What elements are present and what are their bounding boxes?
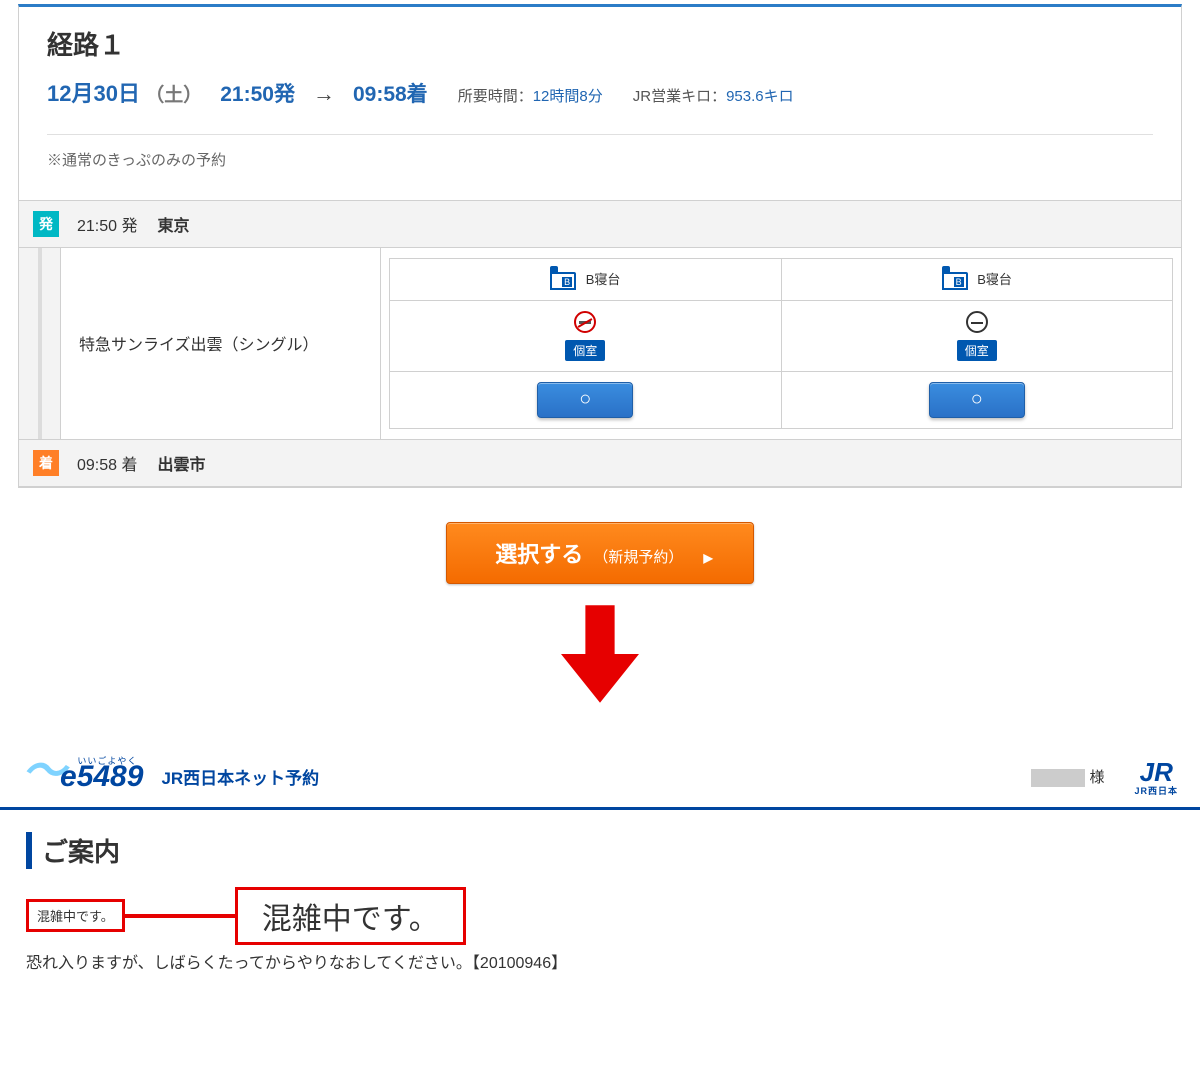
- arrival-row: 着 09:58 着 出雲市: [19, 440, 1181, 487]
- seat-options: B B寝台 B B寝台 個室: [381, 248, 1181, 439]
- seat-col2-room: 個室: [781, 300, 1173, 371]
- busy-callouts: 混雑中です。 混雑中です。: [26, 887, 1174, 945]
- departure-row-time: 21:50 発: [77, 212, 138, 236]
- rail-line-icon: [19, 248, 61, 439]
- busy-callout-big: 混雑中です。: [235, 887, 466, 945]
- chevron-right-icon: ▶: [704, 551, 713, 565]
- down-arrow-icon: [0, 604, 1200, 709]
- no-smoking-icon: [574, 311, 596, 333]
- departure-badge: 発: [33, 211, 59, 237]
- arrival-time: 09:58着: [353, 78, 428, 108]
- callout-connector: [125, 914, 235, 918]
- arrival-badge: 着: [33, 450, 59, 476]
- seat-select-button[interactable]: ○: [537, 382, 633, 418]
- arrival-station: 出雲市: [158, 451, 206, 475]
- route-header: 経路１ 12月30日 （土） 21:50発 → 09:58着 所要時間：12時間…: [19, 7, 1181, 122]
- train-name: 特急サンライズ出雲（シングル）: [61, 248, 381, 439]
- jr-logo: JRJR西日本: [1134, 757, 1178, 797]
- private-room-badge: 個室: [565, 340, 605, 361]
- itinerary: 発 21:50 発 東京 特急サンライズ出雲（シングル） B B寝台 B B寝台: [19, 200, 1181, 487]
- bed-icon: B: [550, 272, 576, 290]
- route-note: ※通常のきっぷのみの予約: [19, 135, 1181, 200]
- route-summary: 12月30日 （土） 21:50発 → 09:58着 所要時間：12時間8分 J…: [47, 76, 1153, 108]
- notice-body: 恐れ入りますが、しばらくたってからやりなおしてください。【20100946】: [26, 949, 1174, 973]
- route-date: 12月30日 （土）: [47, 76, 202, 108]
- user-name-redacted: [1031, 769, 1085, 787]
- departure-station: 東京: [158, 212, 190, 236]
- route-title: 経路１: [47, 25, 1153, 62]
- itinerary-body: 特急サンライズ出雲（シングル） B B寝台 B B寝台: [19, 248, 1181, 440]
- duration: 所要時間：12時間8分: [458, 85, 603, 106]
- e5489-header: いいごよやく 〜e5489 JR西日本ネット予約 様 JRJR西日本: [0, 747, 1200, 803]
- busy-callout-small: 混雑中です。: [26, 899, 125, 932]
- private-room-badge: 個室: [957, 340, 997, 361]
- e5489-logo: いいごよやく 〜e5489: [22, 760, 143, 794]
- route-panel: 経路１ 12月30日 （土） 21:50発 → 09:58着 所要時間：12時間…: [18, 4, 1182, 488]
- seat-col2-select: ○: [781, 371, 1173, 428]
- distance: JR営業キロ：953.6キロ: [633, 85, 794, 106]
- departure-time: 21:50発: [220, 78, 295, 108]
- arrow-icon: →: [313, 81, 335, 107]
- bed-icon: B: [942, 272, 968, 290]
- user-label: 様: [1031, 766, 1104, 787]
- notice-section: ご案内 混雑中です。 混雑中です。 恐れ入りますが、しばらくたってからやりなおし…: [0, 810, 1200, 983]
- departure-row: 発 21:50 発 東京: [19, 201, 1181, 248]
- seat-col2-bed: B B寝台: [781, 259, 1173, 301]
- service-name: JR西日本ネット予約: [161, 764, 319, 789]
- seat-col1-bed: B B寝台: [390, 259, 782, 301]
- seat-select-button[interactable]: ○: [929, 382, 1025, 418]
- arrival-row-time: 09:58 着: [77, 451, 138, 475]
- notice-heading: ご案内: [26, 832, 1174, 869]
- seat-col1-room: 個室: [390, 300, 782, 371]
- select-button[interactable]: 選択する （新規予約） ▶: [446, 522, 754, 584]
- seat-col1-select: ○: [390, 371, 782, 428]
- select-button-wrap: 選択する （新規予約） ▶: [0, 522, 1200, 584]
- prohibited-icon: [966, 311, 988, 333]
- route-day: （土）: [145, 85, 202, 106]
